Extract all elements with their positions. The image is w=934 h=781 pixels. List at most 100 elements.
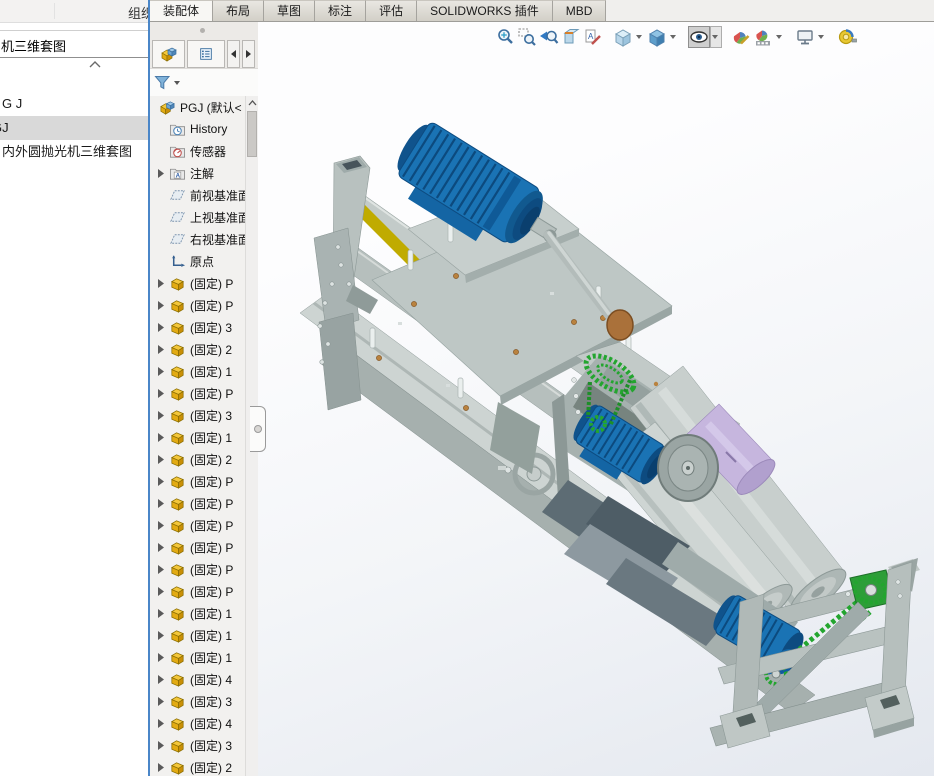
panel-splitter-handle[interactable] xyxy=(250,406,266,452)
polish-wheel[interactable] xyxy=(607,310,633,340)
panel-drag-handle-dot[interactable] xyxy=(200,28,205,33)
zoom-to-area-icon[interactable] xyxy=(516,26,538,48)
edit-appearance-icon[interactable] xyxy=(730,26,752,48)
expand-arrow-icon[interactable] xyxy=(158,455,165,464)
tree-root-assembly[interactable]: PGJ (默认< xyxy=(150,96,245,118)
tree-component-row[interactable]: (固定) 3 xyxy=(150,734,245,756)
ribbon-tab[interactable]: 布局 xyxy=(213,0,264,21)
panel-tab-scroll-right[interactable] xyxy=(242,40,255,68)
view-orientation-icon[interactable] xyxy=(612,26,634,48)
tree-item[interactable]: 注解 xyxy=(150,162,245,184)
tree-item-icon xyxy=(169,143,186,160)
expand-arrow-icon[interactable] xyxy=(158,521,165,530)
tree-component-row[interactable]: (固定) P xyxy=(150,470,245,492)
section-view-icon[interactable] xyxy=(560,26,582,48)
previous-view-icon[interactable] xyxy=(538,26,560,48)
pulley-disc[interactable] xyxy=(658,435,718,501)
hide-show-items-icon[interactable] xyxy=(688,26,710,48)
collapse-chevron-icon[interactable] xyxy=(88,60,102,69)
tree-component-row[interactable]: (固定) 1 xyxy=(150,360,245,382)
scrollbar-thumb[interactable] xyxy=(247,111,257,157)
expand-arrow-icon[interactable] xyxy=(158,301,165,310)
filename-field[interactable]: 机三维套图 xyxy=(0,30,148,58)
expand-arrow-icon[interactable] xyxy=(158,565,165,574)
tree-component-row[interactable]: (固定) 2 xyxy=(150,448,245,470)
tree-component-row[interactable]: (固定) 2 xyxy=(150,338,245,360)
tab-propertymanager[interactable] xyxy=(187,40,225,68)
tree-component-row[interactable]: (固定) P xyxy=(150,382,245,404)
hide-show-annotations-icon[interactable]: A xyxy=(582,26,604,48)
expand-arrow-icon[interactable] xyxy=(158,169,165,178)
expand-arrow-icon[interactable] xyxy=(158,499,165,508)
ribbon-tab[interactable]: 装配体 xyxy=(150,0,213,21)
zoom-to-fit-icon[interactable] xyxy=(494,26,516,48)
expand-arrow-icon[interactable] xyxy=(158,653,165,662)
tree-component-row[interactable]: (固定) 2 xyxy=(150,756,245,776)
expand-arrow-icon[interactable] xyxy=(158,477,165,486)
tree-component-row[interactable]: (固定) 3 xyxy=(150,690,245,712)
list-item[interactable]: GJ xyxy=(0,116,148,140)
display-style-icon[interactable] xyxy=(646,26,668,48)
measure-tape-icon[interactable] xyxy=(836,26,858,48)
tree-item-icon xyxy=(169,209,186,226)
list-item[interactable]: 内外圆抛光机三维套图 xyxy=(0,140,148,164)
tree-component-row[interactable]: (固定) 1 xyxy=(150,624,245,646)
tree-component-row[interactable]: (固定) P xyxy=(150,492,245,514)
tree-item[interactable]: 右视基准面 xyxy=(150,228,245,250)
tree-component-row[interactable]: (固定) 1 xyxy=(150,426,245,448)
tree-component-row[interactable]: (固定) P xyxy=(150,514,245,536)
apply-scene-dropdown[interactable] xyxy=(774,26,786,48)
expand-arrow-icon[interactable] xyxy=(158,323,165,332)
expand-arrow-icon[interactable] xyxy=(158,719,165,728)
expand-arrow-icon[interactable] xyxy=(158,411,165,420)
expand-arrow-icon[interactable] xyxy=(158,675,165,684)
tree-component-row[interactable]: (固定) P xyxy=(150,558,245,580)
tree-component-row[interactable]: (固定) 4 xyxy=(150,668,245,690)
display-style-dropdown[interactable] xyxy=(668,26,680,48)
expand-arrow-icon[interactable] xyxy=(158,741,165,750)
tree-component-row[interactable]: (固定) P xyxy=(150,272,245,294)
expand-arrow-icon[interactable] xyxy=(158,631,165,640)
expand-arrow-icon[interactable] xyxy=(158,697,165,706)
tree-item[interactable]: 传感器 xyxy=(150,140,245,162)
tree-item[interactable]: History xyxy=(150,118,245,140)
expand-arrow-icon[interactable] xyxy=(158,609,165,618)
ribbon-tab[interactable]: 标注 xyxy=(315,0,366,21)
expand-arrow-icon[interactable] xyxy=(158,279,165,288)
panel-tab-scroll-left[interactable] xyxy=(227,40,240,68)
expand-arrow-icon[interactable] xyxy=(158,345,165,354)
expand-arrow-icon[interactable] xyxy=(158,433,165,442)
expand-arrow-icon[interactable] xyxy=(158,763,165,772)
graphics-viewport[interactable]: A xyxy=(258,22,934,776)
tree-component-row[interactable]: (固定) P xyxy=(150,536,245,558)
scroll-up-arrow[interactable] xyxy=(246,96,258,109)
tree-component-row[interactable]: (固定) 3 xyxy=(150,404,245,426)
tree-component-row[interactable]: (固定) 1 xyxy=(150,602,245,624)
hide-show-items-dropdown[interactable] xyxy=(710,26,722,48)
expand-arrow-icon[interactable] xyxy=(158,389,165,398)
ribbon-tab[interactable]: MBD xyxy=(553,0,607,21)
tree-component-row[interactable]: (固定) P xyxy=(150,580,245,602)
expand-arrow-icon[interactable] xyxy=(158,587,165,596)
ribbon-tab[interactable]: 草图 xyxy=(264,0,315,21)
tab-featuremanager-tree[interactable] xyxy=(152,40,185,68)
filter-dropdown-caret[interactable] xyxy=(174,81,180,85)
tree-component-row[interactable]: (固定) 3 xyxy=(150,316,245,338)
left-arrow-icon xyxy=(231,50,236,58)
list-item[interactable]: G J xyxy=(0,92,148,116)
tree-component-row[interactable]: (固定) P xyxy=(150,294,245,316)
tree-item[interactable]: 前视基准面 xyxy=(150,184,245,206)
view-settings-dropdown[interactable] xyxy=(816,26,828,48)
ribbon-tab[interactable]: SOLIDWORKS 插件 xyxy=(417,0,553,21)
filter-funnel-icon[interactable] xyxy=(154,75,171,91)
tree-component-row[interactable]: (固定) 1 xyxy=(150,646,245,668)
expand-arrow-icon[interactable] xyxy=(158,367,165,376)
view-orientation-dropdown[interactable] xyxy=(634,26,646,48)
expand-arrow-icon[interactable] xyxy=(158,543,165,552)
tree-item[interactable]: 原点 xyxy=(150,250,245,272)
apply-scene-icon[interactable] xyxy=(752,26,774,48)
view-settings-icon[interactable] xyxy=(794,26,816,48)
tree-item[interactable]: 上视基准面 xyxy=(150,206,245,228)
tree-component-row[interactable]: (固定) 4 xyxy=(150,712,245,734)
ribbon-tab[interactable]: 评估 xyxy=(366,0,417,21)
